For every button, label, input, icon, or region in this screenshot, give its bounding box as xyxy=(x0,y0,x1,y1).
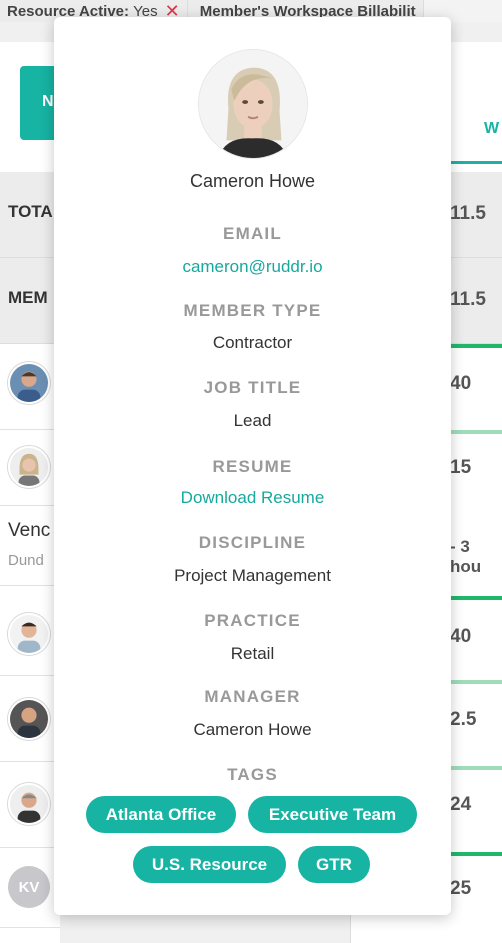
tag-atlanta-office[interactable]: Atlanta Office xyxy=(86,796,236,833)
member-hours: 15 xyxy=(450,457,472,478)
email-link[interactable]: cameron@ruddr.io xyxy=(54,257,451,277)
member-name: Cameron Howe xyxy=(189,171,316,191)
discipline-value: Project Management xyxy=(174,566,331,585)
download-resume-link[interactable]: Download Resume xyxy=(54,488,451,508)
avatar[interactable] xyxy=(8,698,50,740)
avatar[interactable] xyxy=(8,613,50,655)
job-title-label: JOB TITLE xyxy=(203,378,302,397)
members-hours: 11.5 xyxy=(450,289,486,310)
member-profile-popover: Cameron Howe EMAIL cameron@ruddr.io MEMB… xyxy=(54,17,451,915)
utilization-bar xyxy=(450,680,502,684)
member-hours: 40 xyxy=(450,373,472,394)
member-hours: 25 xyxy=(450,878,472,899)
manager-label: MANAGER xyxy=(204,687,301,706)
tag-executive-team[interactable]: Executive Team xyxy=(248,796,417,833)
member-hours: 2.5 xyxy=(450,709,477,730)
manager-value: Cameron Howe xyxy=(193,720,312,739)
member-hours: 24 xyxy=(450,794,472,815)
tag-us-resource[interactable]: U.S. Resource xyxy=(133,846,286,883)
resume-label: RESUME xyxy=(212,457,293,476)
practice-label: PRACTICE xyxy=(204,611,301,630)
vendor-name: Venc xyxy=(8,520,51,541)
utilization-bar xyxy=(450,344,502,348)
discipline-label: DISCIPLINE xyxy=(198,533,307,552)
avatar-initials[interactable]: KV xyxy=(8,866,50,908)
utilization-bar xyxy=(450,852,502,856)
members-row-label: MEM xyxy=(0,258,60,344)
email-label: EMAIL xyxy=(223,224,282,243)
member-hours: 40 xyxy=(450,626,472,647)
avatar[interactable] xyxy=(8,783,50,825)
tag-gtr[interactable]: GTR xyxy=(298,846,370,883)
tags-label: TAGS xyxy=(227,765,278,784)
utilization-bar xyxy=(450,430,502,434)
member-hours: - 3 hou xyxy=(450,537,482,576)
job-title-value: Lead xyxy=(233,411,272,430)
practice-value: Retail xyxy=(230,644,275,663)
member-photo xyxy=(198,49,308,159)
avatar[interactable] xyxy=(8,362,50,404)
member-row[interactable] xyxy=(0,506,60,586)
member-type-label: MEMBER TYPE xyxy=(183,301,322,320)
tab-workspace[interactable]: W xyxy=(450,90,502,164)
utilization-bar xyxy=(450,766,502,770)
member-type-value: Contractor xyxy=(212,333,293,352)
vendor-company: Dund xyxy=(8,552,44,569)
total-row-label: TOTA xyxy=(0,172,60,258)
utilization-bar xyxy=(450,596,502,600)
avatar[interactable] xyxy=(8,446,50,488)
total-hours: 11.5 xyxy=(450,203,486,224)
